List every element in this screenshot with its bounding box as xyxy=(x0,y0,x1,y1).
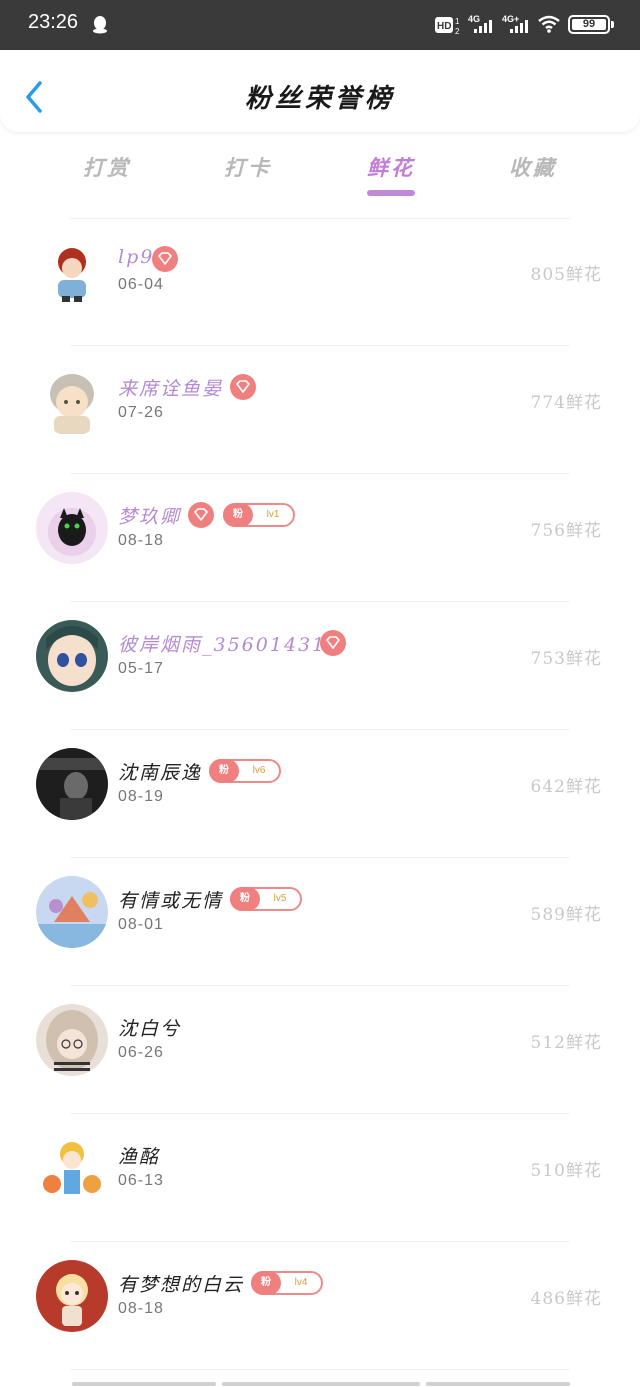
fan-badge-level: lv1 xyxy=(266,509,280,520)
fan-date: 07-26 xyxy=(118,404,164,421)
fan-flower-count: 756鲜花 xyxy=(530,521,602,541)
scroll-segment xyxy=(222,1382,420,1386)
fan-level-badge: 粉 lv5 xyxy=(230,887,302,911)
fan-level-badge: 粉 lv6 xyxy=(209,759,281,783)
fan-level-badge: 粉 lv1 xyxy=(223,503,295,527)
avatar[interactable] xyxy=(36,620,108,692)
fan-name: 来席诠鱼晏 xyxy=(118,378,224,400)
fan-badge-prefix: 粉 xyxy=(223,503,253,527)
diamond-vip-icon xyxy=(230,374,256,400)
fan-name: 彼岸烟雨_356014311 xyxy=(118,634,341,656)
svg-text:2: 2 xyxy=(455,27,460,36)
fan-badge-prefix: 粉 xyxy=(230,887,260,911)
fan-badge-level: lv5 xyxy=(273,893,287,904)
tab-favorites[interactable]: 收藏 xyxy=(483,152,583,182)
network-label-2: 4G+ xyxy=(502,14,519,24)
tab-reward[interactable]: 打赏 xyxy=(57,152,157,182)
battery-tip xyxy=(611,21,614,28)
fan-flower-count: 805鲜花 xyxy=(530,265,602,285)
fan-date: 06-26 xyxy=(118,1044,164,1061)
fan-flower-count: 486鲜花 xyxy=(530,1289,602,1309)
fan-name: 沈南辰逸 xyxy=(118,762,203,784)
fan-name: 渔酩 xyxy=(118,1146,161,1168)
active-tab-indicator xyxy=(367,190,415,196)
fan-flower-count: 642鲜花 xyxy=(530,777,602,797)
avatar[interactable] xyxy=(36,1260,108,1332)
scroll-segment xyxy=(72,1382,216,1386)
fan-row[interactable]: 渔酩 06-13 510鲜花 xyxy=(0,1114,640,1242)
tab-checkin[interactable]: 打卡 xyxy=(198,152,298,182)
battery-level: 99 xyxy=(582,18,596,30)
fan-level-badge: 粉 lv4 xyxy=(251,1271,323,1295)
diamond-vip-icon xyxy=(152,246,178,272)
fan-row[interactable]: 来席诠鱼晏 07-26 774鲜花 xyxy=(0,346,640,474)
svg-text:HD: HD xyxy=(437,21,451,32)
avatar[interactable] xyxy=(36,236,108,308)
battery-icon: 99 xyxy=(568,15,610,34)
tab-bar: 打赏 打卡 鲜花 收藏 xyxy=(0,132,640,204)
diamond-vip-icon xyxy=(188,502,214,528)
fan-date: 05-17 xyxy=(118,660,164,677)
fan-row[interactable]: 有梦想的白云 粉 lv4 08-18 486鲜花 xyxy=(0,1242,640,1370)
fan-flower-count: 774鲜花 xyxy=(530,393,602,413)
tab-flowers[interactable]: 鲜花 xyxy=(341,152,441,182)
qq-notification-icon xyxy=(93,16,107,34)
fan-name: 有梦想的白云 xyxy=(118,1274,245,1296)
signal-icon-sim2: 4G+ xyxy=(502,14,528,33)
avatar[interactable] xyxy=(36,492,108,564)
diamond-vip-icon xyxy=(320,630,346,656)
avatar[interactable] xyxy=(36,748,108,820)
fan-flower-count: 753鲜花 xyxy=(530,649,602,669)
fan-badge-prefix: 粉 xyxy=(209,759,239,783)
page-title: 粉丝荣誉榜 xyxy=(244,84,395,114)
fan-row[interactable]: 沈南辰逸 粉 lv6 08-19 642鲜花 xyxy=(0,730,640,858)
fan-badge-prefix: 粉 xyxy=(251,1271,281,1295)
fan-name: 沈白兮 xyxy=(118,1018,182,1040)
scroll-segment xyxy=(426,1382,570,1386)
network-label-1: 4G xyxy=(468,14,480,24)
wifi-icon xyxy=(538,15,560,33)
fan-badge-level: lv4 xyxy=(294,1277,308,1288)
fan-date: 08-19 xyxy=(118,788,164,805)
status-time: 23:26 xyxy=(28,11,79,33)
fan-row[interactable]: 沈白兮 06-26 512鲜花 xyxy=(0,986,640,1114)
fan-name: 有情或无情 xyxy=(118,890,224,912)
fan-row[interactable]: 彼岸烟雨_356014311 05-17 753鲜花 xyxy=(0,602,640,730)
fan-date: 08-01 xyxy=(118,916,164,933)
avatar[interactable] xyxy=(36,876,108,948)
fan-date: 08-18 xyxy=(118,532,164,549)
fan-flower-count: 512鲜花 xyxy=(530,1033,602,1053)
fan-flower-count: 589鲜花 xyxy=(530,905,602,925)
fan-date: 06-13 xyxy=(118,1172,164,1189)
fan-name: lp9 xyxy=(118,246,155,268)
fan-date: 08-18 xyxy=(118,1300,164,1317)
avatar[interactable] xyxy=(36,1132,108,1204)
avatar[interactable] xyxy=(36,364,108,436)
signal-icon-sim1: 4G xyxy=(468,14,492,33)
app-header: 粉丝荣誉榜 xyxy=(0,50,640,132)
avatar[interactable] xyxy=(36,1004,108,1076)
fan-row[interactable]: 有情或无情 粉 lv5 08-01 589鲜花 xyxy=(0,858,640,986)
fan-date: 06-04 xyxy=(118,276,164,293)
bottom-scroll-indicator xyxy=(0,1374,640,1387)
fan-badge-level: lv6 xyxy=(252,765,266,776)
list-divider xyxy=(70,1369,570,1370)
status-bar: 23:26 HD 1 2 4G 4G+ 99 xyxy=(0,0,640,50)
fan-name: 梦玖卿 xyxy=(118,506,182,528)
fan-flower-count: 510鲜花 xyxy=(530,1161,602,1181)
fan-row[interactable]: 梦玖卿 粉 lv1 08-18 756鲜花 xyxy=(0,474,640,602)
hd-voice-icon: HD 1 2 xyxy=(435,17,460,36)
svg-text:1: 1 xyxy=(455,17,460,26)
fan-row[interactable]: lp9 06-04 805鲜花 xyxy=(0,218,640,346)
